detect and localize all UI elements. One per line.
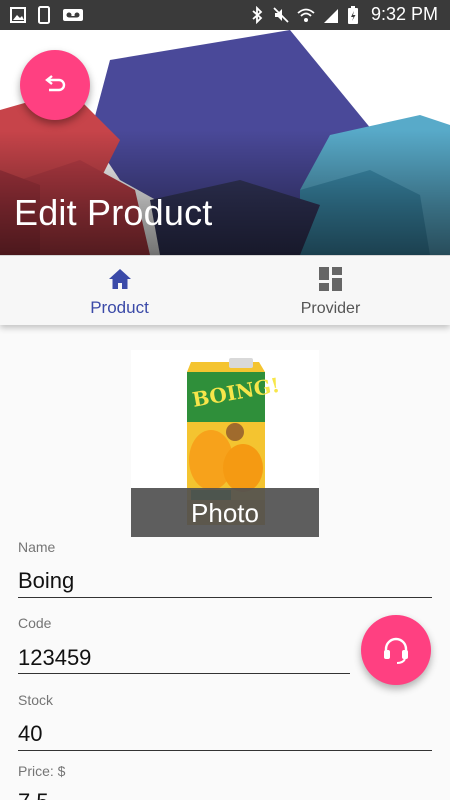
clock-text: 9:32 PM — [370, 4, 438, 24]
stock-field[interactable]: 40 — [18, 721, 42, 747]
tab-product-label: Product — [90, 298, 149, 317]
product-photo[interactable]: BOING! Photo — [131, 350, 319, 537]
photo-caption: Photo — [131, 488, 319, 537]
name-underline — [18, 597, 432, 598]
stock-underline — [18, 750, 432, 751]
tab-bar: Product Provider — [0, 255, 450, 325]
voicemail-icon — [63, 9, 83, 21]
price-label: Price: $ — [18, 763, 66, 779]
headset-icon — [384, 637, 408, 664]
tab-product[interactable]: Product — [7, 256, 232, 326]
stock-label: Stock — [18, 692, 54, 708]
page-title: Edit Product — [14, 192, 213, 233]
phone-icon — [38, 6, 50, 24]
tab-provider[interactable]: Provider — [218, 256, 443, 326]
status-bar: 9:32 PM — [0, 0, 450, 30]
tab-provider-label: Provider — [300, 300, 361, 317]
battery-icon — [347, 5, 358, 24]
code-label: Code — [18, 615, 52, 631]
name-label: Name — [18, 539, 56, 555]
home-icon — [109, 269, 131, 289]
name-field[interactable]: Boing — [18, 568, 74, 594]
header-banner: Edit Product — [0, 30, 450, 255]
support-button[interactable] — [361, 615, 431, 685]
mute-icon — [273, 6, 289, 23]
bluetooth-icon — [252, 5, 263, 24]
dashboard-icon — [319, 267, 342, 291]
code-field[interactable]: 123459 — [18, 645, 91, 671]
wifi-icon — [297, 8, 315, 22]
price-field[interactable]: 7.5 — [18, 789, 49, 800]
code-underline — [18, 673, 350, 674]
image-icon — [10, 7, 26, 23]
undo-icon — [45, 75, 66, 92]
back-button[interactable] — [20, 50, 90, 120]
signal-icon — [323, 8, 338, 23]
